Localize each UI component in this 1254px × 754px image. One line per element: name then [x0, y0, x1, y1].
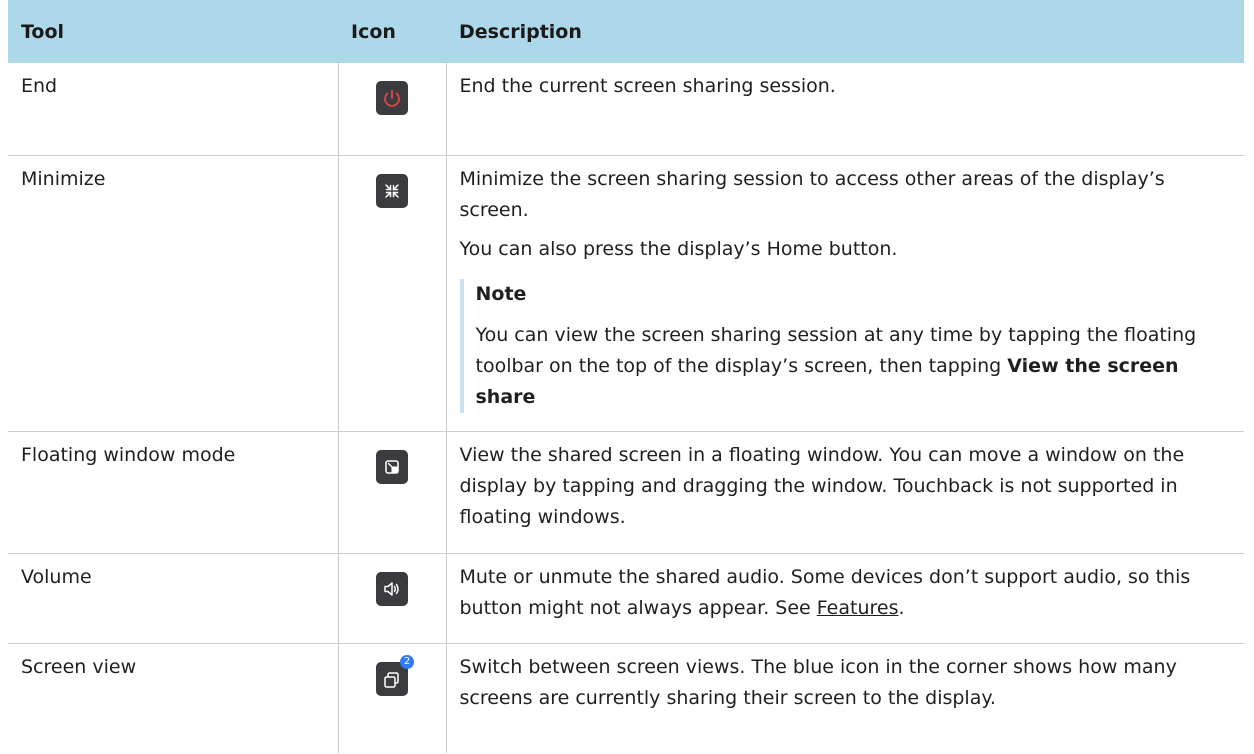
header-icon: Icon [351, 20, 396, 43]
note-callout: Note You can view the screen sharing ses… [459, 278, 1215, 413]
description-text: You can also press the display’s Home bu… [459, 237, 898, 260]
power-icon [376, 81, 408, 115]
table-row: Volume Mute or unmute the shared audio. … [8, 553, 1244, 644]
table-row: Screen view 2 Switch between screen view… [8, 643, 1244, 753]
table-row: End End the current screen sharing sessi… [8, 63, 1244, 156]
description-text: Mute or unmute the shared audio. Some de… [459, 565, 1191, 619]
description-text: Switch between screen views. The blue ic… [459, 655, 1177, 709]
description-text: End the current screen sharing session. [459, 75, 836, 97]
floating-window-icon [376, 449, 408, 484]
tool-name: Floating window mode [8, 431, 338, 554]
header-description: Description [459, 20, 582, 43]
table-row: Floating window mode View the shared scr… [8, 431, 1244, 554]
screen-count-badge: 2 [400, 654, 414, 669]
description-text: View the shared screen in a floating win… [459, 443, 1185, 528]
table-row: Minimize Minimize the screen sharing ses… [8, 155, 1244, 432]
tool-name: Screen view [21, 655, 137, 678]
features-link[interactable]: Features [817, 597, 899, 619]
table-header-row: Tool Icon Description [8, 0, 1244, 63]
note-title: Note [475, 282, 527, 305]
minimize-icon [376, 173, 408, 208]
note-text: You can view the screen sharing session … [475, 323, 1197, 408]
tool-name: End [8, 63, 338, 156]
tool-name: Volume [8, 553, 338, 644]
screen-view-icon: 2 [376, 654, 414, 696]
volume-icon [376, 571, 408, 606]
tool-name: Minimize [8, 155, 338, 432]
header-tool: Tool [21, 20, 65, 43]
description-text: Minimize the screen sharing session to a… [459, 167, 1165, 221]
tools-table: Tool Icon Description End End the curren… [8, 0, 1244, 753]
